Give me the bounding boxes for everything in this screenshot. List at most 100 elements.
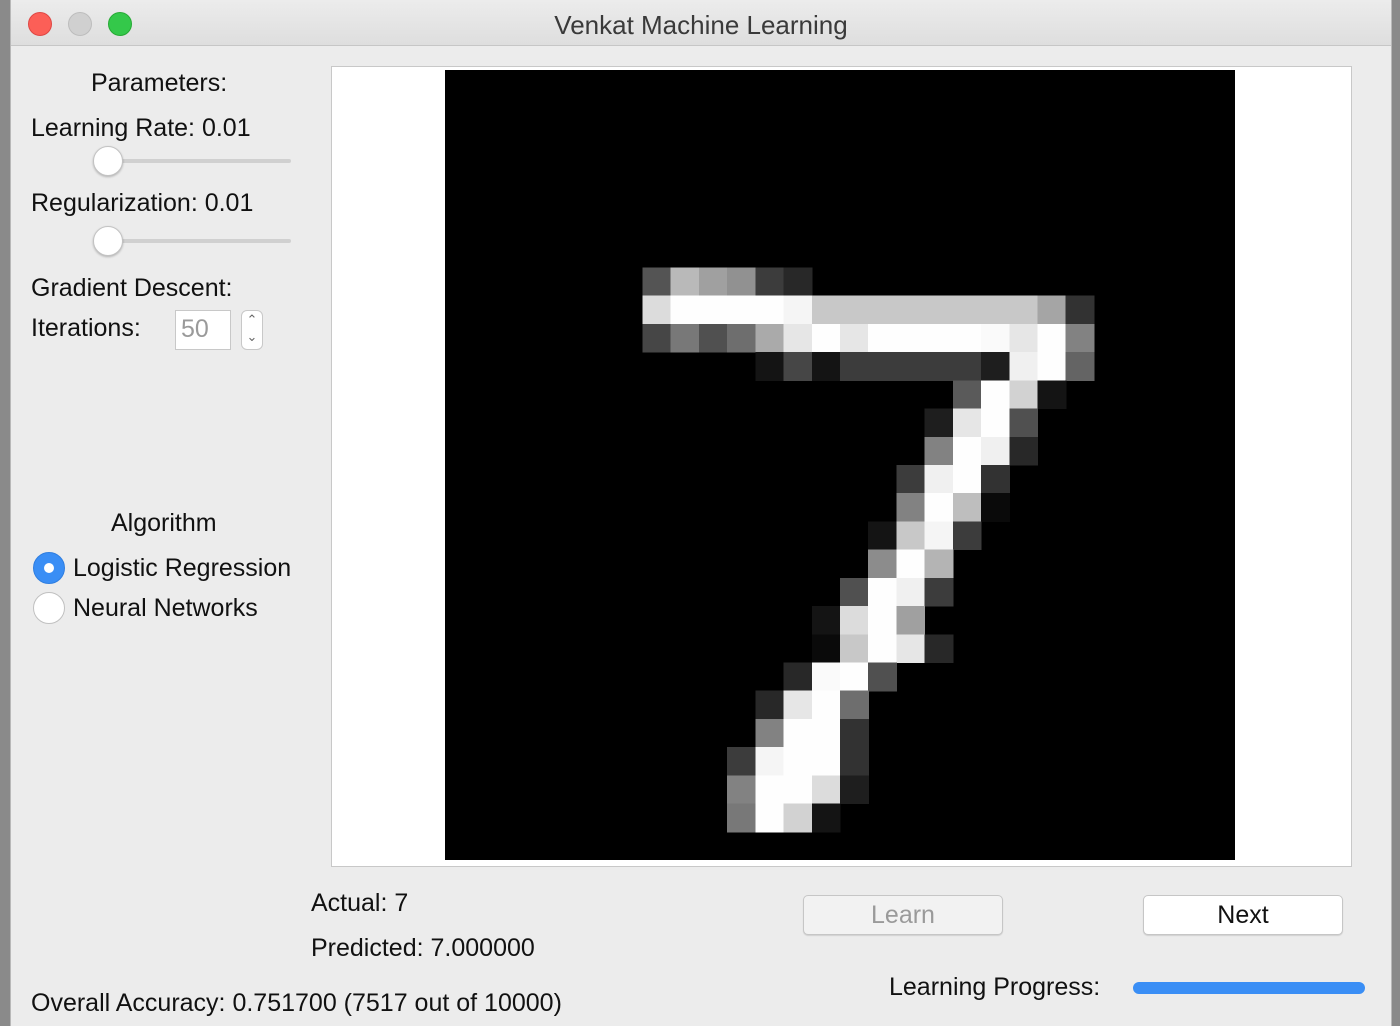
- digit-pixel: [1065, 352, 1095, 381]
- digit-pixel: [840, 352, 869, 381]
- digit-pixel: [952, 323, 982, 353]
- digit-pixel: [811, 634, 841, 664]
- digit-pixel: [952, 408, 982, 438]
- digit-pixel: [868, 295, 897, 325]
- digit-pixel: [840, 323, 869, 353]
- digit-pixel: [896, 323, 926, 353]
- digit-pixel: [924, 408, 954, 438]
- digit-pixel: [783, 718, 813, 748]
- digit-pixel: [783, 690, 813, 720]
- digit-pixel: [924, 352, 954, 381]
- actual-label: Actual: 7: [311, 889, 409, 917]
- digit-pixel: [952, 380, 982, 410]
- digit-pixel: [840, 690, 869, 720]
- digit-pixel: [981, 408, 1010, 438]
- chevron-up-icon[interactable]: ⌃: [242, 311, 262, 328]
- digit-pixel: [896, 521, 926, 551]
- digit-pixel: [755, 352, 785, 381]
- digit-pixel: [698, 323, 728, 353]
- digit-pixel: [755, 747, 785, 776]
- iterations-input[interactable]: 50: [175, 310, 231, 350]
- digit-pixel: [1009, 323, 1039, 353]
- digit-pixel: [811, 718, 841, 748]
- digit-pixel: [840, 295, 869, 325]
- digit-pixel: [811, 323, 841, 353]
- digit-pixel: [1037, 295, 1067, 325]
- digit-pixel: [1065, 323, 1095, 353]
- digit-pixel: [727, 775, 756, 805]
- digit-pixel: [896, 352, 926, 381]
- image-frame: [331, 66, 1352, 867]
- learning-rate-slider-knob[interactable]: [93, 146, 123, 176]
- digit-pixel: [981, 295, 1010, 325]
- digit-pixel: [1009, 408, 1039, 438]
- digit-pixel: [698, 295, 728, 325]
- digit-pixel: [783, 803, 813, 833]
- next-button[interactable]: Next: [1143, 895, 1343, 935]
- digit-pixel: [755, 803, 785, 833]
- digit-pixel: [896, 606, 926, 635]
- digit-pixel: [755, 323, 785, 353]
- digit-pixel: [952, 521, 982, 551]
- title-bar: Venkat Machine Learning: [11, 0, 1391, 46]
- digit-pixel: [868, 662, 897, 692]
- digit-pixel: [868, 634, 897, 664]
- digit-pixel: [924, 634, 954, 664]
- digit-pixel: [952, 436, 982, 466]
- digit-pixel: [896, 465, 926, 494]
- digit-pixel: [727, 267, 756, 297]
- digit-pixel: [868, 521, 897, 551]
- digit-pixel: [1009, 295, 1039, 325]
- digit-pixel: [727, 803, 756, 833]
- digit-image: [445, 70, 1235, 860]
- digit-pixel: [840, 634, 869, 664]
- digit-pixel: [1037, 352, 1067, 381]
- parameters-heading: Parameters:: [91, 69, 228, 97]
- digit-pixel: [783, 267, 813, 297]
- digit-pixel: [783, 775, 813, 805]
- digit-pixel: [670, 323, 700, 353]
- regularization-label: Regularization: 0.01: [31, 189, 254, 217]
- overall-accuracy-label: Overall Accuracy: 0.751700 (7517 out of …: [31, 989, 562, 1017]
- neural-networks-radio[interactable]: [33, 592, 65, 624]
- digit-pixel: [840, 577, 869, 607]
- predicted-label: Predicted: 7.000000: [311, 934, 535, 962]
- digit-pixel: [811, 775, 841, 805]
- logistic-regression-radio[interactable]: [33, 552, 65, 584]
- digit-pixel: [952, 295, 982, 325]
- digit-pixel: [952, 352, 982, 381]
- digit-pixel: [924, 295, 954, 325]
- digit-pixel: [840, 718, 869, 748]
- logistic-regression-label[interactable]: Logistic Regression: [73, 554, 291, 583]
- learning-progress-bar: [1133, 982, 1365, 994]
- digit-pixel: [783, 352, 813, 381]
- iterations-label: Iterations:: [31, 314, 141, 342]
- window-title: Venkat Machine Learning: [554, 10, 848, 40]
- chevron-down-icon[interactable]: ⌄: [242, 328, 262, 345]
- digit-pixel: [670, 267, 700, 297]
- digit-pixel: [811, 295, 841, 325]
- digit-pixel: [1037, 323, 1067, 353]
- digit-pixel: [811, 662, 841, 692]
- regularization-slider-knob[interactable]: [93, 226, 123, 256]
- iterations-stepper[interactable]: ⌃ ⌄: [241, 310, 263, 350]
- digit-pixel: [755, 267, 785, 297]
- digit-pixel: [642, 267, 672, 297]
- digit-pixel: [783, 295, 813, 325]
- digit-pixel: [924, 577, 954, 607]
- digit-pixel: [981, 436, 1010, 466]
- digit-pixel: [783, 323, 813, 353]
- digit-pixel: [642, 323, 672, 353]
- digit-pixel: [783, 747, 813, 776]
- digit-pixel: [840, 747, 869, 776]
- digit-pixel: [981, 323, 1010, 353]
- digit-pixel: [1065, 295, 1095, 325]
- neural-networks-label[interactable]: Neural Networks: [73, 594, 258, 623]
- digit-pixel: [924, 549, 954, 579]
- digit-pixel: [981, 380, 1010, 410]
- learn-button[interactable]: Learn: [803, 895, 1003, 935]
- digit-pixel: [840, 662, 869, 692]
- digit-pixel: [698, 267, 728, 297]
- digit-pixel: [727, 323, 756, 353]
- digit-pixel: [981, 493, 1010, 522]
